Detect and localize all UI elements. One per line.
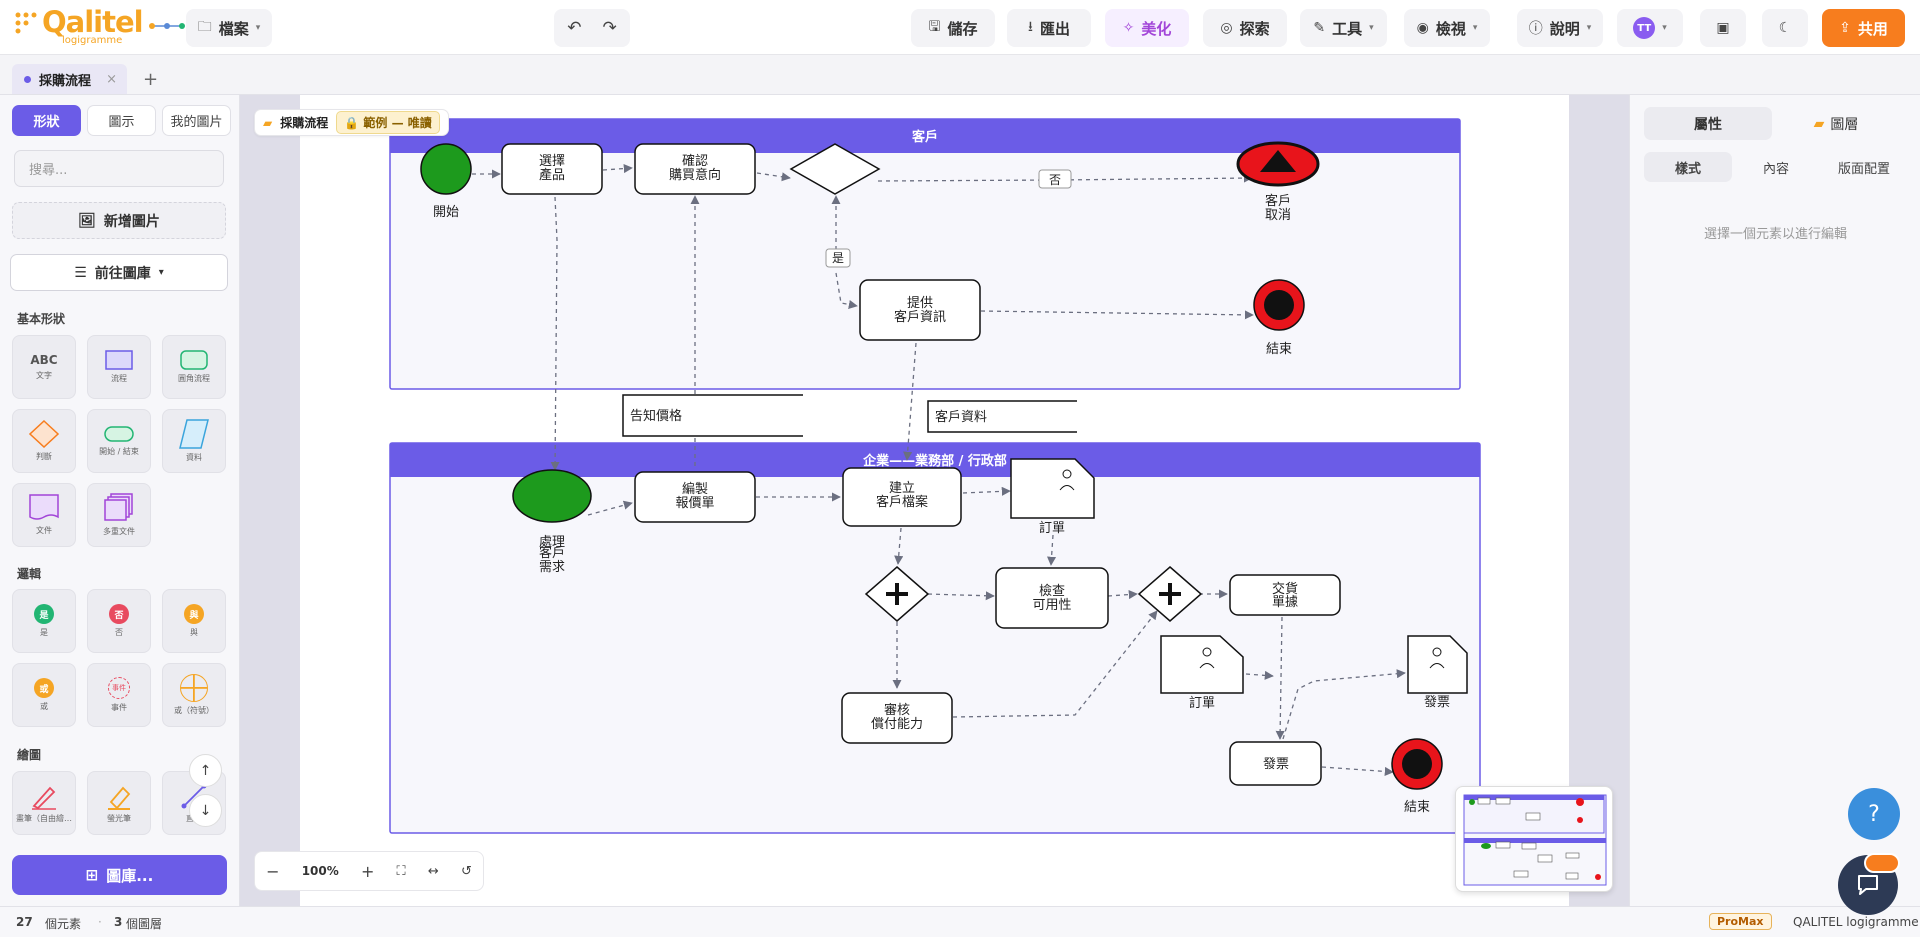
reset-view-icon[interactable]: ↺ bbox=[461, 864, 472, 879]
tab-layers[interactable]: ▰ 圖層 bbox=[1772, 107, 1900, 140]
svg-text:告知價格: 告知價格 bbox=[630, 408, 682, 424]
svg-text:取消: 取消 bbox=[1265, 208, 1291, 223]
layer-count: 3 bbox=[114, 915, 123, 929]
zoom-out-button[interactable]: − bbox=[266, 862, 279, 881]
layer-count-label: 個圖層 bbox=[126, 917, 163, 931]
minimap-preview bbox=[1463, 794, 1607, 886]
svg-text:客戶資料: 客戶資料 bbox=[935, 409, 987, 425]
svg-text:結束: 結束 bbox=[1266, 342, 1292, 357]
chat-icon bbox=[1858, 875, 1878, 895]
task-delivery-docs[interactable]: 交貨 單據 bbox=[1229, 574, 1341, 616]
task-invoice[interactable]: 發票 bbox=[1229, 741, 1322, 786]
product-name: QALITEL logigramme bbox=[1793, 915, 1919, 929]
svg-text:需求: 需求 bbox=[539, 560, 565, 575]
task-check-availability[interactable]: 檢查 可用性 bbox=[995, 567, 1109, 629]
svg-text:客戶: 客戶 bbox=[1265, 193, 1291, 209]
annotation-quote[interactable]: 告知價格 bbox=[622, 394, 803, 437]
element-count: 27 bbox=[16, 915, 33, 929]
right-panel-tabs: 屬性 ▰ 圖層 bbox=[1644, 107, 1900, 140]
lock-icon: 🔒 bbox=[344, 116, 360, 130]
task-provide-info[interactable]: 提供 客戶資訊 bbox=[859, 279, 981, 341]
zoom-controls: − 100% + ⛶ ↔ ↺ bbox=[254, 851, 484, 891]
readonly-badge: 🔒 範例 — 唯讀 bbox=[336, 111, 440, 134]
svg-text:發票: 發票 bbox=[1263, 757, 1289, 772]
folder-icon: ▰ bbox=[1813, 115, 1825, 132]
label-yes: 是 bbox=[832, 251, 844, 265]
start-label: 開始 bbox=[433, 205, 459, 220]
task-select-product[interactable]: 選擇 產品 bbox=[501, 143, 603, 195]
properties-subtabs: 樣式 內容 版面配置 bbox=[1644, 152, 1908, 182]
svg-text:訂單: 訂單 bbox=[1039, 520, 1065, 536]
breadcrumb: ▰ 採購流程 🔒 範例 — 唯讀 bbox=[254, 109, 449, 136]
svg-text:審核: 審核 bbox=[884, 703, 910, 718]
svg-text:客戶檔案: 客戶檔案 bbox=[876, 494, 928, 510]
zoom-in-button[interactable]: + bbox=[361, 862, 374, 881]
svg-text:產品: 產品 bbox=[539, 167, 565, 183]
element-count-label: 個元素 bbox=[45, 917, 82, 931]
fit-width-icon[interactable]: ↔ bbox=[428, 864, 439, 879]
svg-text:報價單: 報價單 bbox=[675, 496, 714, 511]
chat-notification-badge bbox=[1864, 853, 1900, 873]
help-fab-button[interactable]: ? bbox=[1848, 788, 1900, 840]
svg-text:建立: 建立 bbox=[889, 481, 915, 496]
subtab-content[interactable]: 內容 bbox=[1732, 152, 1820, 182]
breadcrumb-title: 採購流程 bbox=[280, 116, 329, 130]
task-confirm-intent[interactable]: 確認 購買意向 bbox=[634, 143, 756, 195]
svg-text:編製: 編製 bbox=[682, 481, 708, 497]
svg-text:確認: 確認 bbox=[682, 153, 708, 169]
lane-customer-title: 客戶 bbox=[912, 129, 938, 145]
label-no: 否 bbox=[1049, 173, 1061, 187]
svg-text:客戶資訊: 客戶資訊 bbox=[894, 309, 946, 325]
annotation-customer-data[interactable]: 客戶資料 bbox=[927, 400, 1077, 433]
start-event[interactable] bbox=[420, 143, 472, 195]
svg-text:單據: 單據 bbox=[1272, 595, 1298, 610]
tab-properties[interactable]: 屬性 bbox=[1644, 107, 1772, 140]
status-bar: 27 個元素 · 3 個圖層 ProMax QALITEL logigramme bbox=[0, 906, 1920, 937]
svg-text:結束: 結束 bbox=[1404, 800, 1430, 815]
svg-text:可用性: 可用性 bbox=[1032, 598, 1071, 613]
subtab-style[interactable]: 樣式 bbox=[1644, 152, 1732, 182]
task-create-customer-file[interactable]: 建立 客戶檔案 bbox=[842, 467, 962, 527]
properties-panel: 屬性 ▰ 圖層 樣式 內容 版面配置 選擇一個元素以進行編輯 bbox=[1629, 95, 1920, 906]
svg-text:客戶: 客戶 bbox=[539, 545, 565, 561]
zoom-level[interactable]: 100% bbox=[302, 864, 339, 878]
svg-text:選擇: 選擇 bbox=[539, 153, 565, 169]
svg-text:發票: 發票 bbox=[1424, 695, 1450, 710]
svg-text:提供: 提供 bbox=[907, 295, 933, 311]
minimap[interactable] bbox=[1455, 786, 1613, 892]
status-separator: · bbox=[98, 915, 102, 929]
folder-icon: ▰ bbox=[263, 115, 273, 130]
subtab-layout[interactable]: 版面配置 bbox=[1820, 152, 1908, 182]
task-draft-quote[interactable]: 編製 報價單 bbox=[634, 471, 756, 523]
readonly-badge-label: 範例 — 唯讀 bbox=[363, 116, 432, 130]
svg-text:購買意向: 購買意向 bbox=[669, 167, 721, 183]
empty-selection-hint: 選擇一個元素以進行編輯 bbox=[1703, 227, 1847, 242]
plan-badge: ProMax bbox=[1709, 913, 1772, 930]
svg-text:訂單: 訂單 bbox=[1189, 695, 1215, 711]
lane-enterprise-title: 企業——業務部 / 行政部 bbox=[862, 453, 1007, 469]
svg-text:償付能力: 償付能力 bbox=[871, 717, 923, 732]
svg-text:檢查: 檢查 bbox=[1039, 583, 1065, 599]
fit-screen-icon[interactable]: ⛶ bbox=[397, 864, 406, 879]
tab-layers-label: 圖層 bbox=[1830, 116, 1859, 133]
task-review-solvency[interactable]: 審核 償付能力 bbox=[841, 692, 953, 744]
